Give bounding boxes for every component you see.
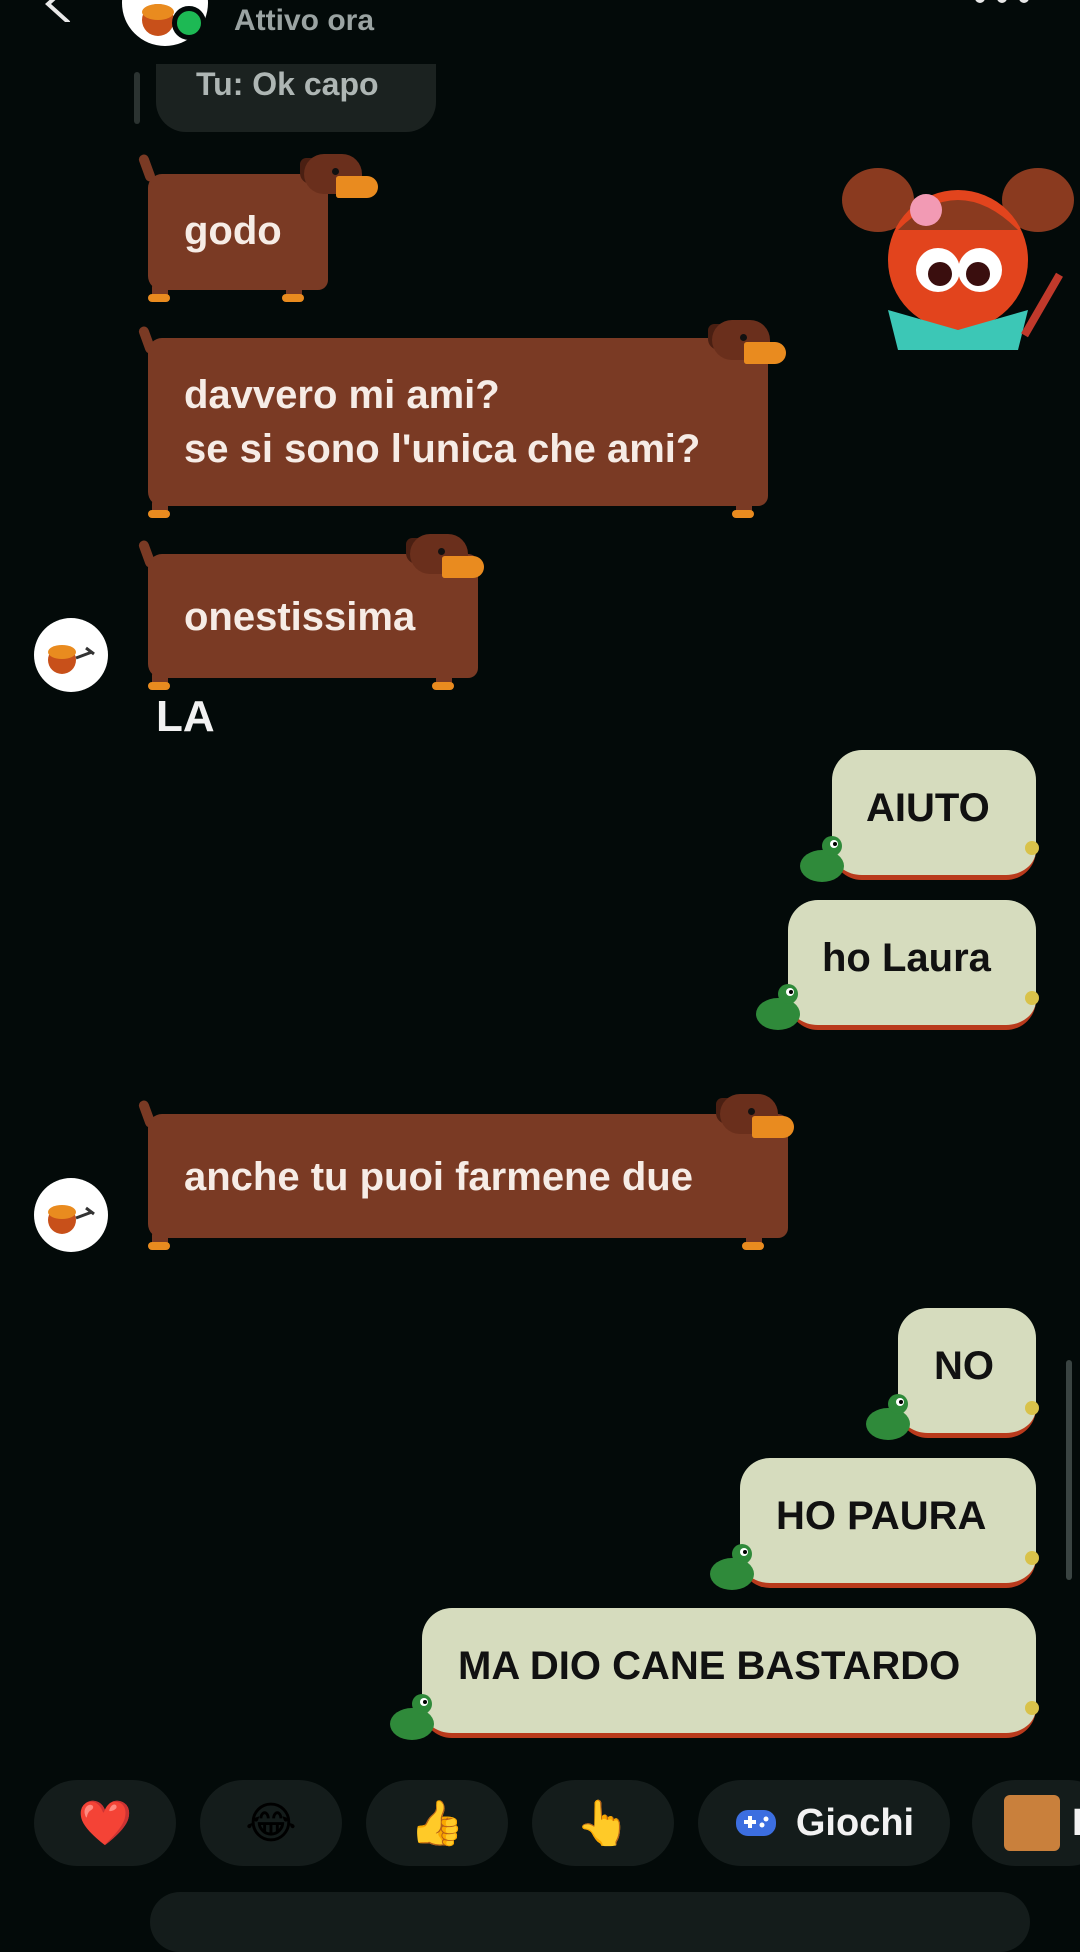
frog-icon [756,984,800,1030]
frog-icon [390,1694,434,1740]
active-status: Attivo ora [234,4,375,37]
more-options-icon[interactable] [972,0,1032,8]
frog-icon [800,836,844,882]
message-text: onestissima [184,595,416,639]
message-text: NO [934,1344,994,1388]
thumbs-up-reaction-button[interactable]: 👍 [366,1780,508,1866]
message-text: godo [184,209,282,253]
frog-icon [866,1394,910,1440]
laughing-face-icon: 😂 [245,1798,297,1848]
message-text: MA DIO CANE BASTARDO [458,1644,961,1688]
fly-icon [1025,841,1039,855]
message-composer[interactable] [150,1892,1030,1952]
reply-preview-text: Tu: Ok capo [196,66,379,102]
games-label: Giochi [795,1801,915,1844]
reply-indicator-bar [134,72,140,124]
message-text: anche tu puoi farmene due [184,1155,693,1199]
thumbnail-image [1004,1795,1060,1851]
thumbs-up-icon: 👍 [409,1799,465,1848]
incoming-message[interactable]: anche tu puoi farmene due [136,1094,826,1256]
girl-sticker[interactable] [838,150,1078,380]
burger-character-icon [48,1205,95,1234]
back-arrow-icon[interactable] [36,0,76,22]
game-controller-icon [735,1810,776,1836]
frog-icon [710,1544,754,1590]
laugh-reaction-button[interactable]: 😂 [200,1780,342,1866]
message-text: HO PAURA [776,1494,987,1538]
scrollbar[interactable] [1066,1360,1072,1580]
burger-character-icon [48,645,95,674]
games-button[interactable]: Giochi [698,1780,950,1866]
sender-avatar[interactable] [34,618,108,692]
incoming-message[interactable]: godo [136,150,378,306]
point-reaction-button[interactable]: 👆 [532,1780,674,1866]
heart-reaction-button[interactable]: ❤️ [34,1780,176,1866]
heart-icon: ❤️ [77,1799,133,1848]
partial-chip-label: E [1072,1802,1080,1845]
partial-chip-button[interactable]: E [972,1780,1080,1866]
sender-avatar[interactable] [34,1178,108,1252]
message-text: AIUTO [866,786,990,830]
incoming-message[interactable]: onestissima [136,534,516,696]
fly-icon [1025,991,1039,1005]
message-text: ho Laura [822,936,991,980]
pointing-hand-icon: 👆 [575,1799,631,1848]
online-status-dot [172,6,206,40]
message-text: davvero mi ami? se si sono l'unica che a… [184,373,701,471]
fly-icon [1025,1401,1039,1415]
fly-icon [1025,1551,1039,1565]
incoming-message[interactable]: davvero mi ami? se si sono l'unica che a… [136,320,816,524]
reaction-text: LA [156,692,215,741]
fly-icon [1025,1701,1039,1715]
